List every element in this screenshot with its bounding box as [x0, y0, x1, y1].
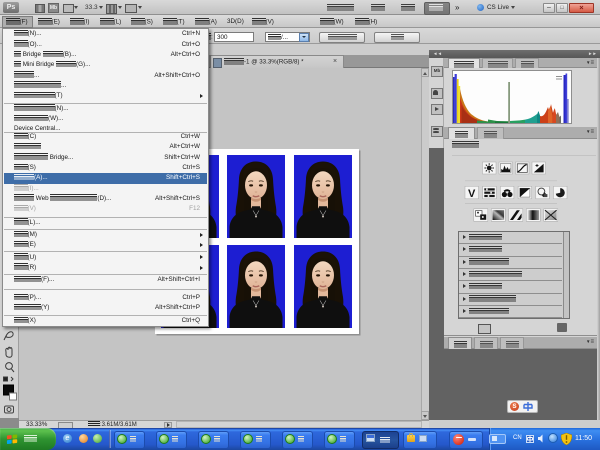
svg-text:V: V	[468, 188, 476, 200]
